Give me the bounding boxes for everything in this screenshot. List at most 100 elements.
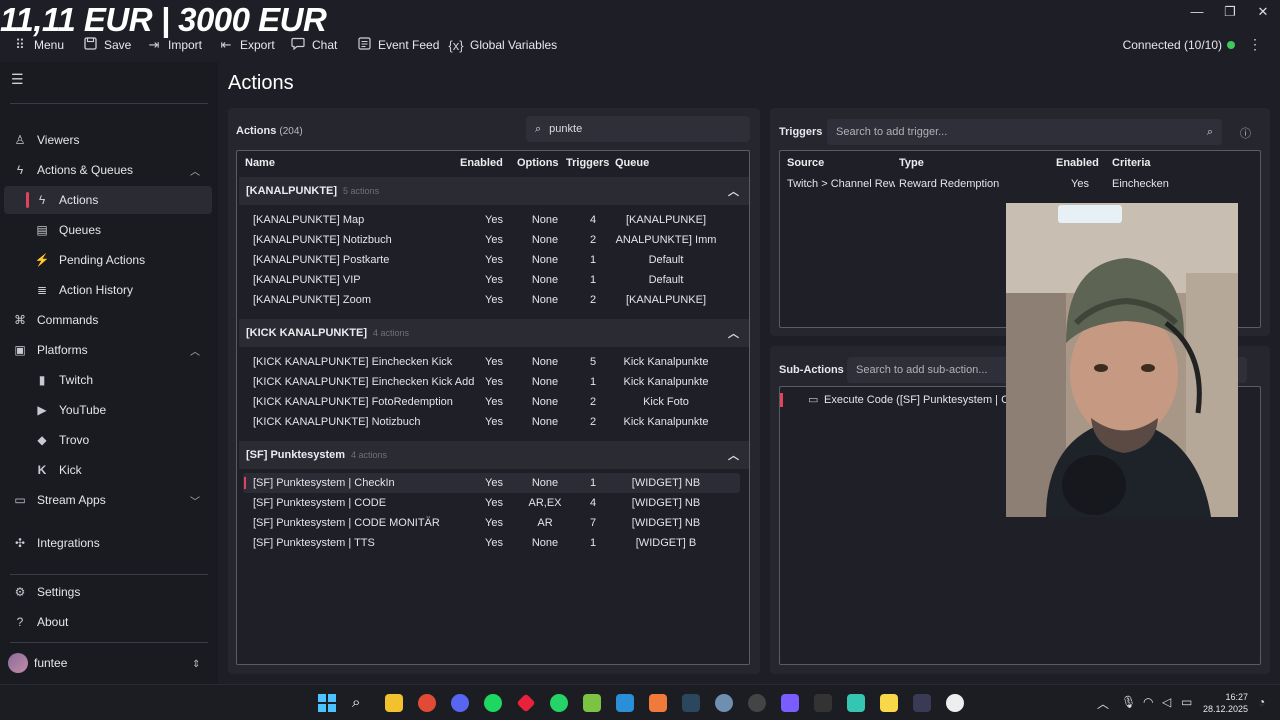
kick-icon: K [37,463,47,477]
davinci-icon[interactable] [913,694,931,712]
table-row[interactable]: [SF] Punktesystem | TTS Yes None 1 [WIDG… [243,533,740,553]
sidebar-item-about[interactable]: ? About [4,608,212,636]
info-icon[interactable]: ⓘ [1240,125,1251,141]
table-row[interactable]: [KANALPUNKTE] Map Yes None 4 [KANALPUNKE… [243,210,740,230]
platforms-icon: ▣ [14,343,26,357]
table-row[interactable]: [KICK KANALPUNKTE] Einchecken Kick Yes N… [243,352,740,372]
group-header[interactable]: [KICK KANALPUNKTE] 4 actions ︿ [239,319,749,347]
help-icon: ? [16,615,24,629]
subactions-header: Sub-Actions [779,364,844,376]
column-header-type[interactable]: Type [899,157,924,169]
vscode-icon[interactable] [616,694,634,712]
discord-icon[interactable] [451,694,469,712]
notifications-icon[interactable]: ◔ [1258,695,1265,709]
clock[interactable]: 16:27 28.12.2025 [1203,691,1248,715]
chevron-up-icon[interactable]: ︿ [728,183,739,199]
close-button[interactable]: ✕ [1246,4,1280,22]
column-header-name[interactable]: Name [245,157,275,169]
app-icon[interactable] [649,694,667,712]
volume-icon[interactable]: ◁ [1162,695,1171,709]
sticky-notes-icon[interactable] [880,694,898,712]
wifi-icon[interactable]: ◠ [1143,695,1153,709]
search-icon[interactable]: ⌕ [352,694,370,712]
column-header-criteria[interactable]: Criteria [1112,157,1151,169]
group-header[interactable]: [SF] Punktesystem 4 actions ︿ [239,441,749,469]
spotify-icon[interactable] [484,694,502,712]
sidebar-divider [10,103,208,104]
sidebar-item-pending-actions[interactable]: ⚡ Pending Actions [4,246,212,274]
group-header[interactable]: [KANALPUNKTE] 5 actions ︿ [239,177,749,205]
event-feed-button[interactable]: Event Feed [356,36,439,54]
table-row[interactable]: [KANALPUNKTE] Notizbuch Yes None 2 ANALP… [243,230,740,250]
column-header-enabled[interactable]: Enabled [1056,157,1099,169]
minimize-button[interactable]: — [1180,4,1214,22]
table-row[interactable]: [SF] Punktesystem | CODE MONITÄR Yes AR … [243,513,740,533]
chevron-up-icon[interactable]: ︿ [728,325,739,341]
sidebar-item-commands[interactable]: ⌘ Commands [4,306,212,334]
column-header-options[interactable]: Options [517,157,559,169]
chevron-up-icon[interactable]: ︿ [728,447,739,463]
table-row[interactable]: [SF] Punktesystem | CODE Yes AR,EX 4 [WI… [243,493,740,513]
chevron-up-icon: ︿ [190,166,200,178]
sidebar-item-trovo[interactable]: ◆ Trovo [4,426,212,454]
sidebar-item-twitch[interactable]: ▮ Twitch [4,366,212,394]
stream-overlay-title: 11,11 EUR | 3000 EUR [0,1,327,38]
table-row[interactable]: [KANALPUNKTE] VIP Yes None 1 Default [243,270,740,290]
actions-search-input[interactable]: ⌕ punkte [526,116,750,142]
chevron-updown-icon[interactable]: ⇕ [192,659,200,670]
windows-start-icon[interactable] [318,694,336,712]
global-variables-button[interactable]: {x} Global Variables [448,36,557,54]
sidebar-item-actions-queues[interactable]: ϟ Actions & Queues ︿ [4,156,212,184]
variables-icon: {x} [448,37,464,53]
code-icon: ▭ [808,394,819,406]
table-row-selected[interactable]: [SF] Punktesystem | CheckIn Yes None 1 [… [243,473,740,493]
column-header-triggers[interactable]: Triggers [566,157,609,169]
sidebar-item-stream-apps[interactable]: ▭ Stream Apps ﹀ [4,486,212,514]
notepad-icon[interactable] [583,694,601,712]
connection-status[interactable]: Connected (10/10) ⋮ [1123,36,1262,53]
sidebar-item-viewers[interactable]: ♙ Viewers [4,126,212,154]
chrome-icon[interactable] [418,694,436,712]
actions-panel: Actions (204) ⌕ punkte Name Enabled Opti… [228,108,760,674]
sidebar-item-platforms[interactable]: ▣ Platforms ︿ [4,336,212,364]
history-icon: ≣ [36,283,48,297]
twitch-icon: ▮ [38,373,46,387]
tray-chevron-icon[interactable]: ︿ [1097,695,1109,712]
streamerbot-icon[interactable] [781,694,799,712]
active-indicator [26,192,29,208]
column-header-source[interactable]: Source [787,157,824,169]
sidebar-item-action-history[interactable]: ≣ Action History [4,276,212,304]
sidebar-item-integrations[interactable]: ✣ Integrations [4,529,212,557]
trigger-search-input[interactable]: Search to add trigger... ⌕ [827,119,1222,145]
user-menu[interactable]: funtee [8,653,67,673]
hamburger-icon[interactable]: ☰ [11,71,24,88]
whatsapp-icon[interactable] [550,694,568,712]
audio-app-icon[interactable] [814,694,832,712]
file-explorer-icon[interactable] [385,694,403,712]
sidebar-item-actions[interactable]: ϟ Actions [4,186,212,214]
table-row[interactable]: Twitch > Channel Rewa Reward Redemption … [780,177,1260,195]
maximize-button[interactable]: ❐ [1213,4,1247,22]
chatgpt-icon[interactable] [946,694,964,712]
sidebar-item-settings[interactable]: ⚙ Settings [4,578,212,606]
app-icon[interactable] [847,694,865,712]
table-row[interactable]: [KICK KANALPUNKTE] Notizbuch Yes None 2 … [243,412,740,432]
sidebar-divider [10,642,208,643]
event-feed-icon [356,37,372,53]
sidebar-item-queues[interactable]: ▤ Queues [4,216,212,244]
more-icon[interactable]: ⋮ [1248,36,1262,53]
sidebar-item-youtube[interactable]: ▶ YouTube [4,396,212,424]
steam-icon[interactable] [682,694,700,712]
battery-icon[interactable]: ▭ [1181,695,1192,709]
column-header-queue[interactable]: Queue [615,157,649,169]
obs-icon[interactable] [748,694,766,712]
table-row[interactable]: [KANALPUNKTE] Zoom Yes None 2 [KANALPUNK… [243,290,740,310]
microphone-icon[interactable]: 🎙 [1121,695,1136,709]
table-row[interactable]: [KICK KANALPUNKTE] FotoRedemption Yes No… [243,392,740,412]
app-icon[interactable] [715,694,733,712]
sidebar-item-kick[interactable]: K Kick [4,456,212,484]
table-row[interactable]: [KANALPUNKTE] Postkarte Yes None 1 Defau… [243,250,740,270]
column-header-enabled[interactable]: Enabled [460,157,503,169]
app-icon[interactable] [516,693,536,713]
table-row[interactable]: [KICK KANALPUNKTE] Einchecken Kick Add Y… [243,372,740,392]
